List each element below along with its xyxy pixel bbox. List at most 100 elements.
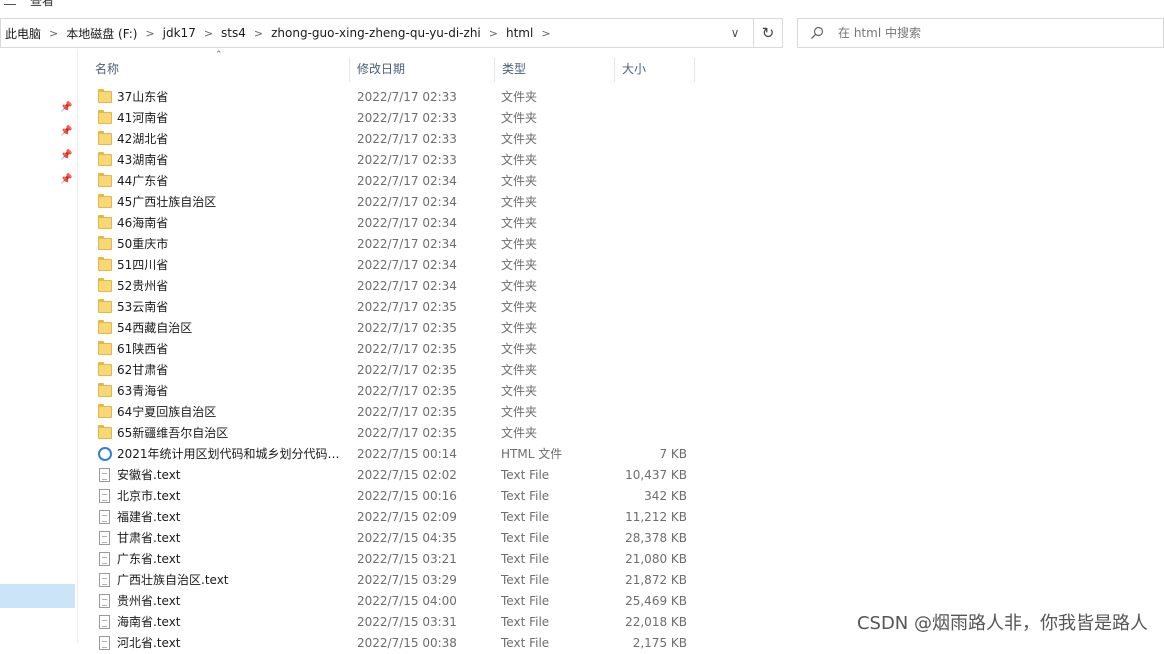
file-date: 2022/7/17 02:35 (357, 384, 457, 398)
file-row[interactable]: 42湖北省 2022/7/17 02:33 文件夹 (78, 129, 698, 150)
file-row[interactable]: 44广东省 2022/7/17 02:34 文件夹 (78, 171, 698, 192)
file-row[interactable]: 广东省.text 2022/7/15 03:21 Text File 21,080 K… (78, 549, 698, 570)
pin-icon[interactable]: 📌 (60, 102, 72, 114)
file-name: 甘肃省.text (117, 531, 181, 545)
file-type: 文件夹 (501, 405, 538, 419)
file-row[interactable]: 福建省.text 2022/7/15 02:09 Text File 11,212 K… (78, 507, 698, 528)
column-date[interactable]: 修改日期 (350, 54, 495, 84)
search-input[interactable] (838, 23, 1138, 43)
address-history-dropdown[interactable]: ∨ (721, 19, 749, 47)
breadcrumb-this-pc[interactable]: 此电脑 (5, 25, 41, 42)
file-row[interactable]: 53云南省 2022/7/17 02:35 文件夹 (78, 297, 698, 318)
file-name: 42湖北省 (117, 132, 169, 146)
column-type[interactable]: 类型 (495, 54, 615, 84)
search-box[interactable] (797, 18, 1164, 48)
folder-icon (98, 425, 113, 441)
address-bar[interactable]: 此电脑 > 本地磁盘 (F:) > jdk17 > sts4 > zhong-g… (0, 18, 783, 48)
breadcrumb-sts4[interactable]: sts4 (221, 26, 246, 40)
file-date: 2022/7/17 02:35 (357, 405, 457, 419)
chevron-right-icon[interactable]: > (145, 27, 154, 40)
file-type: 文件夹 (501, 279, 538, 293)
text-file-icon (98, 615, 113, 630)
view-menu[interactable]: 查看 (30, 0, 54, 9)
file-row[interactable]: 2021年统计用区划代码和城乡划分代码.... 2022/7/15 00:14 HT… (78, 444, 698, 465)
file-type: Text File (501, 636, 550, 650)
file-row[interactable]: 52贵州省 2022/7/17 02:34 文件夹 (78, 276, 698, 297)
breadcrumb-html[interactable]: html (506, 26, 533, 40)
file-name: 62甘肃省 (117, 363, 169, 377)
chevron-right-icon[interactable]: > (489, 27, 498, 40)
file-type: 文件夹 (501, 174, 538, 188)
folder-icon (98, 383, 113, 399)
file-date: 2022/7/15 03:29 (357, 573, 457, 587)
file-size: 11,212 KB (625, 510, 687, 524)
pin-icon[interactable]: 📌 (60, 150, 72, 162)
pin-icon[interactable]: 📌 (60, 174, 72, 186)
file-size: 21,872 KB (625, 573, 687, 587)
file-row[interactable]: 45广西壮族自治区 2022/7/17 02:34 文件夹 (78, 192, 698, 213)
folder-icon (98, 257, 113, 273)
file-type: 文件夹 (501, 195, 538, 209)
file-type: Text File (501, 615, 550, 629)
file-row[interactable]: 54西藏自治区 2022/7/17 02:35 文件夹 (78, 318, 698, 339)
text-file-icon (98, 531, 113, 546)
file-row[interactable]: 甘肃省.text 2022/7/15 04:35 Text File 28,378 K… (78, 528, 698, 549)
pin-icon[interactable]: 📌 (60, 126, 72, 138)
chevron-right-icon[interactable]: > (541, 27, 550, 40)
file-row[interactable]: 61陕西省 2022/7/17 02:35 文件夹 (78, 339, 698, 360)
file-size: 22,018 KB (625, 615, 687, 629)
file-type: 文件夹 (501, 258, 538, 272)
html-file-icon (98, 447, 113, 462)
file-size: 21,080 KB (625, 552, 687, 566)
text-file-icon (98, 573, 113, 588)
file-name: 37山东省 (117, 90, 169, 104)
file-row[interactable]: 62甘肃省 2022/7/17 02:35 文件夹 (78, 360, 698, 381)
file-date: 2022/7/17 02:33 (357, 90, 457, 104)
file-name: 41河南省 (117, 111, 169, 125)
file-row[interactable]: 37山东省 2022/7/17 02:33 文件夹 (78, 87, 698, 108)
file-name: 44广东省 (117, 174, 169, 188)
text-file-icon (98, 468, 113, 483)
file-name: 46海南省 (117, 216, 169, 230)
breadcrumb-jdk17[interactable]: jdk17 (163, 26, 196, 40)
file-date: 2022/7/17 02:34 (357, 279, 457, 293)
breadcrumb: 此电脑 > 本地磁盘 (F:) > jdk17 > sts4 > zhong-g… (5, 19, 559, 47)
folder-icon (98, 341, 113, 357)
column-size[interactable]: 大小 (615, 54, 695, 84)
refresh-button[interactable]: ↻ (753, 18, 783, 48)
file-row[interactable]: 63青海省 2022/7/17 02:35 文件夹 (78, 381, 698, 402)
file-row[interactable]: 64宁夏回族自治区 2022/7/17 02:35 文件夹 (78, 402, 698, 423)
chevron-right-icon[interactable]: > (254, 27, 263, 40)
file-row[interactable]: 65新疆维吾尔自治区 2022/7/17 02:35 文件夹 (78, 423, 698, 444)
breadcrumb-project[interactable]: zhong-guo-xing-zheng-qu-yu-di-zhi (271, 26, 481, 40)
file-type: 文件夹 (501, 384, 538, 398)
chevron-right-icon[interactable]: > (49, 27, 58, 40)
file-row[interactable]: 50重庆市 2022/7/17 02:34 文件夹 (78, 234, 698, 255)
file-row[interactable]: 北京市.text 2022/7/15 00:16 Text File 342 KB (78, 486, 698, 507)
folder-icon (98, 320, 113, 336)
nav-selected-item[interactable] (0, 584, 75, 608)
column-name[interactable]: 名称 (88, 54, 350, 84)
file-name: 50重庆市 (117, 237, 169, 251)
file-type: 文件夹 (501, 363, 538, 377)
file-row[interactable]: 河北省.text 2022/7/15 00:38 Text File 2,175 KB (78, 633, 698, 654)
file-row[interactable]: 43湖南省 2022/7/17 02:33 文件夹 (78, 150, 698, 171)
file-row[interactable]: 46海南省 2022/7/17 02:34 文件夹 (78, 213, 698, 234)
file-date: 2022/7/17 02:35 (357, 300, 457, 314)
file-date: 2022/7/17 02:34 (357, 258, 457, 272)
file-name: 海南省.text (117, 615, 181, 629)
file-row[interactable]: 41河南省 2022/7/17 02:33 文件夹 (78, 108, 698, 129)
file-row[interactable]: 贵州省.text 2022/7/15 04:00 Text File 25,469 K… (78, 591, 698, 612)
file-size: 342 KB (644, 489, 687, 503)
file-row[interactable]: 海南省.text 2022/7/15 03:31 Text File 22,018 K… (78, 612, 698, 633)
folder-icon (98, 194, 113, 210)
file-name: 广东省.text (117, 552, 181, 566)
file-name: 53云南省 (117, 300, 169, 314)
file-row[interactable]: 安徽省.text 2022/7/15 02:02 Text File 10,437 K… (78, 465, 698, 486)
file-name: 北京市.text (117, 489, 181, 503)
breadcrumb-local-disk[interactable]: 本地磁盘 (F:) (66, 25, 137, 42)
text-file-icon (98, 489, 113, 504)
chevron-right-icon[interactable]: > (204, 27, 213, 40)
file-row[interactable]: 广西壮族自治区.text 2022/7/15 03:29 Text File 21,8… (78, 570, 698, 591)
file-row[interactable]: 51四川省 2022/7/17 02:34 文件夹 (78, 255, 698, 276)
